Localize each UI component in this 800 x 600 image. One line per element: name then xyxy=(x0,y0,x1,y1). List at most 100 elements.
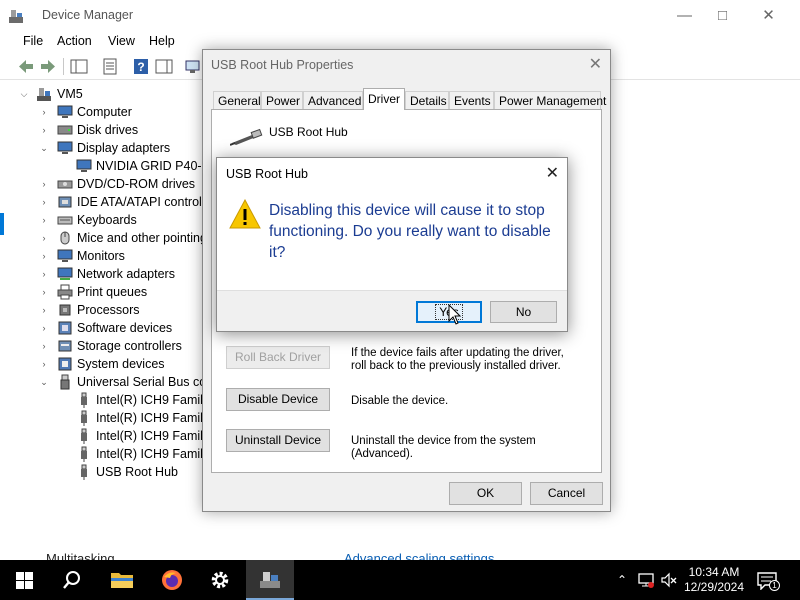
device-manager-taskbar-button[interactable] xyxy=(246,560,294,600)
collapse-chevron-icon[interactable]: ⌵ xyxy=(19,85,29,103)
clock-time: 10:34 AM xyxy=(688,565,740,579)
expand-chevron-icon[interactable]: › xyxy=(39,283,49,301)
tree-item-disk-drives[interactable]: › Disk drives xyxy=(0,121,200,139)
volume-muted-icon[interactable] xyxy=(661,572,677,588)
firefox-icon xyxy=(162,570,182,590)
tree-item-dvd-drives[interactable]: › DVD/CD-ROM drives xyxy=(0,175,204,193)
tree-item-computer[interactable]: › Computer xyxy=(0,103,200,121)
start-button[interactable] xyxy=(0,560,48,600)
tree-item-storage-controllers[interactable]: › Storage controllers xyxy=(0,337,204,355)
expand-chevron-icon[interactable]: › xyxy=(39,301,49,319)
search-button[interactable] xyxy=(48,560,96,600)
cancel-button[interactable]: Cancel xyxy=(530,482,603,505)
title-bar[interactable]: Device Manager — □ ✕ xyxy=(0,0,800,31)
tab-events[interactable]: Events xyxy=(449,91,494,110)
tree-item-ich9-usb-4[interactable]: Intel(R) ICH9 Family USB xyxy=(0,445,204,463)
windows-logo-icon xyxy=(16,572,33,589)
disable-device-button[interactable]: Disable Device xyxy=(226,388,330,411)
expand-chevron-icon[interactable]: › xyxy=(39,193,49,211)
expand-chevron-icon[interactable]: › xyxy=(39,337,49,355)
tree-item-label: Disk drives xyxy=(77,123,139,137)
ok-button[interactable]: OK xyxy=(449,482,522,505)
tab-details[interactable]: Details xyxy=(405,91,449,110)
properties-icon[interactable] xyxy=(101,58,119,75)
tree-item-print-queues[interactable]: › Print queues xyxy=(0,283,204,301)
expand-chevron-icon[interactable]: › xyxy=(39,211,49,229)
collapse-chevron-icon[interactable]: ⌄ xyxy=(39,373,49,391)
software-icon xyxy=(58,321,72,335)
tree-item-ich9-usb-3[interactable]: Intel(R) ICH9 Family USB xyxy=(0,427,204,445)
expand-chevron-icon[interactable]: › xyxy=(39,229,49,247)
expand-chevron-icon[interactable]: › xyxy=(39,265,49,283)
network-tray-icon[interactable] xyxy=(638,572,654,588)
tree-item-ich9-usb-2[interactable]: Intel(R) ICH9 Family USB xyxy=(0,409,204,427)
expand-chevron-icon[interactable]: › xyxy=(39,121,49,139)
menu-view[interactable]: View xyxy=(108,34,135,48)
tree-item-network-adapters[interactable]: › Network adapters xyxy=(0,265,204,283)
background-settings-strip: Multitasking Advanced scaling settings xyxy=(0,551,800,560)
expand-chevron-icon[interactable]: › xyxy=(39,319,49,337)
expand-chevron-icon[interactable]: › xyxy=(39,175,49,193)
tree-item-label: Monitors xyxy=(77,249,125,263)
help-icon[interactable]: ? xyxy=(132,58,150,75)
mouse-cursor-icon xyxy=(448,304,462,325)
tree-item-processors[interactable]: › Processors xyxy=(0,301,204,319)
forward-arrow-icon[interactable] xyxy=(39,58,57,75)
tab-power-management[interactable]: Power Management xyxy=(494,91,606,110)
tree-item-mice[interactable]: › Mice and other pointing devices xyxy=(0,229,205,247)
tree-item-display-adapters[interactable]: ⌄ Display adapters xyxy=(0,139,200,157)
tab-advanced[interactable]: Advanced xyxy=(303,91,363,110)
taskbar: ⌃ 10:34 AM 12/29/2024 1 xyxy=(0,560,800,600)
tree-item-keyboards[interactable]: › Keyboards xyxy=(0,211,204,229)
back-arrow-icon[interactable] xyxy=(17,58,35,75)
collapse-chevron-icon[interactable]: ⌄ xyxy=(39,139,49,157)
no-button[interactable]: No xyxy=(490,301,557,323)
tree-item-ich9-usb-1[interactable]: Intel(R) ICH9 Family USB xyxy=(0,391,204,409)
clock-date: 12/29/2024 xyxy=(683,580,745,594)
tree-item-label: Software devices xyxy=(77,321,173,335)
properties-title: USB Root Hub Properties xyxy=(211,58,354,72)
chevron-up-icon[interactable]: ⌃ xyxy=(614,572,630,588)
confirm-close-button[interactable]: ✕ xyxy=(546,163,559,183)
usb-plug-icon xyxy=(81,410,87,426)
maximize-button[interactable]: □ xyxy=(700,0,745,31)
window-title: Device Manager xyxy=(42,8,134,22)
tree-item-nvidia-grid[interactable]: NVIDIA GRID P40-2B xyxy=(0,157,204,175)
tree-item-label: Computer xyxy=(77,105,132,119)
tree-root[interactable]: ⌵ VM5 xyxy=(0,85,200,103)
advanced-scaling-link: Advanced scaling settings xyxy=(344,551,495,560)
confirm-disable-dialog: USB Root Hub ✕ Disabling this device wil… xyxy=(216,157,568,332)
settings-button[interactable] xyxy=(196,560,244,600)
dvd-icon xyxy=(57,180,73,189)
show-hide-console-tree-icon[interactable] xyxy=(70,58,88,75)
action-pane-icon[interactable] xyxy=(155,58,173,75)
tree-item-ide-controllers[interactable]: › IDE ATA/ATAPI controllers xyxy=(0,193,205,211)
menu-action[interactable]: Action xyxy=(57,34,92,48)
tab-power[interactable]: Power xyxy=(261,91,303,110)
tab-general[interactable]: General xyxy=(213,91,261,110)
tree-item-usb-controllers[interactable]: ⌄ Universal Serial Bus controllers xyxy=(0,373,204,391)
tree-item-software-devices[interactable]: › Software devices xyxy=(0,319,204,337)
usb-icon xyxy=(60,374,70,390)
tree-item-usb-root-hub[interactable]: USB Root Hub xyxy=(0,463,204,481)
taskbar-clock[interactable]: 10:34 AM 12/29/2024 xyxy=(682,565,746,595)
tree-item-label: Intel(R) ICH9 Family USB xyxy=(96,411,204,425)
tab-driver[interactable]: Driver xyxy=(363,88,405,110)
menu-file[interactable]: File xyxy=(23,34,43,48)
tree-item-monitors[interactable]: › Monitors xyxy=(0,247,204,265)
close-button[interactable]: ✕ xyxy=(746,0,791,31)
tree-item-label: Display adapters xyxy=(77,141,171,155)
roll-back-driver-button[interactable]: Roll Back Driver xyxy=(226,346,330,369)
expand-chevron-icon[interactable]: › xyxy=(39,355,49,373)
firefox-button[interactable] xyxy=(148,560,196,600)
expand-chevron-icon[interactable]: › xyxy=(39,247,49,265)
uninstall-device-button[interactable]: Uninstall Device xyxy=(226,429,330,452)
properties-close-button[interactable]: ✕ xyxy=(589,54,602,74)
system-icon xyxy=(58,357,72,371)
expand-chevron-icon[interactable]: › xyxy=(39,103,49,121)
menu-help[interactable]: Help xyxy=(149,34,175,48)
scan-hardware-icon[interactable] xyxy=(185,58,203,75)
tree-item-system-devices[interactable]: › System devices xyxy=(0,355,204,373)
file-explorer-button[interactable] xyxy=(98,560,146,600)
gear-icon xyxy=(211,571,229,589)
